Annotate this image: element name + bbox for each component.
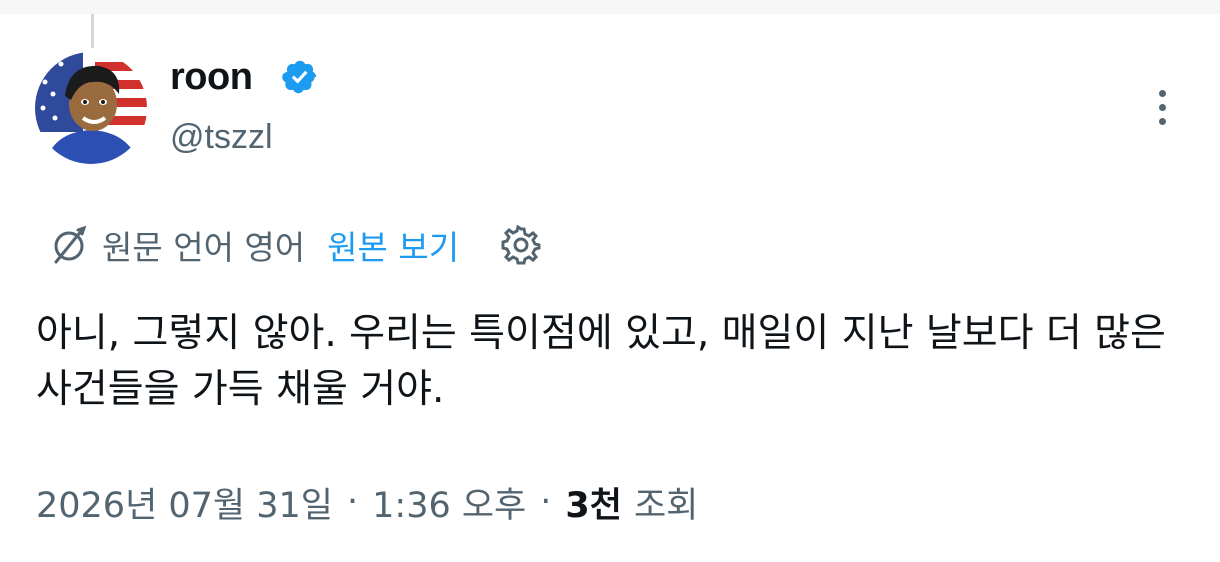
top-strip	[0, 0, 1220, 14]
views-count: 3천	[565, 485, 622, 526]
translation-bar: 원문 언어 영어 원본 보기	[48, 222, 541, 268]
author-display-name[interactable]: roon	[170, 56, 253, 99]
views-label: 조회	[633, 485, 699, 526]
tweet-metadata: 2026년 07월 31일 · 1:36 오후 · 3천 조회	[36, 474, 698, 530]
verified-badge-icon	[282, 60, 317, 94]
separator-dot: ·	[347, 482, 359, 522]
translate-icon	[54, 225, 87, 264]
tweet-text: 아니, 그렇지 않아. 우리는 특이점에 있고, 매일이 지난 날보다 더 많은…	[36, 311, 1166, 412]
author-handle[interactable]: @tszzl	[170, 118, 273, 157]
separator-dot: ·	[540, 482, 552, 522]
author-avatar[interactable]	[35, 52, 147, 164]
show-original-link[interactable]: 원본 보기	[327, 221, 459, 269]
source-language-label: 원문 언어 영어	[102, 228, 306, 267]
gear-icon[interactable]	[501, 225, 541, 265]
tweet-date[interactable]: 2026년 07월 31일	[36, 477, 333, 528]
more-options-icon[interactable]	[1150, 88, 1176, 128]
thread-connector-line	[91, 14, 94, 48]
tweet-time[interactable]: 1:36 오후	[372, 477, 526, 528]
